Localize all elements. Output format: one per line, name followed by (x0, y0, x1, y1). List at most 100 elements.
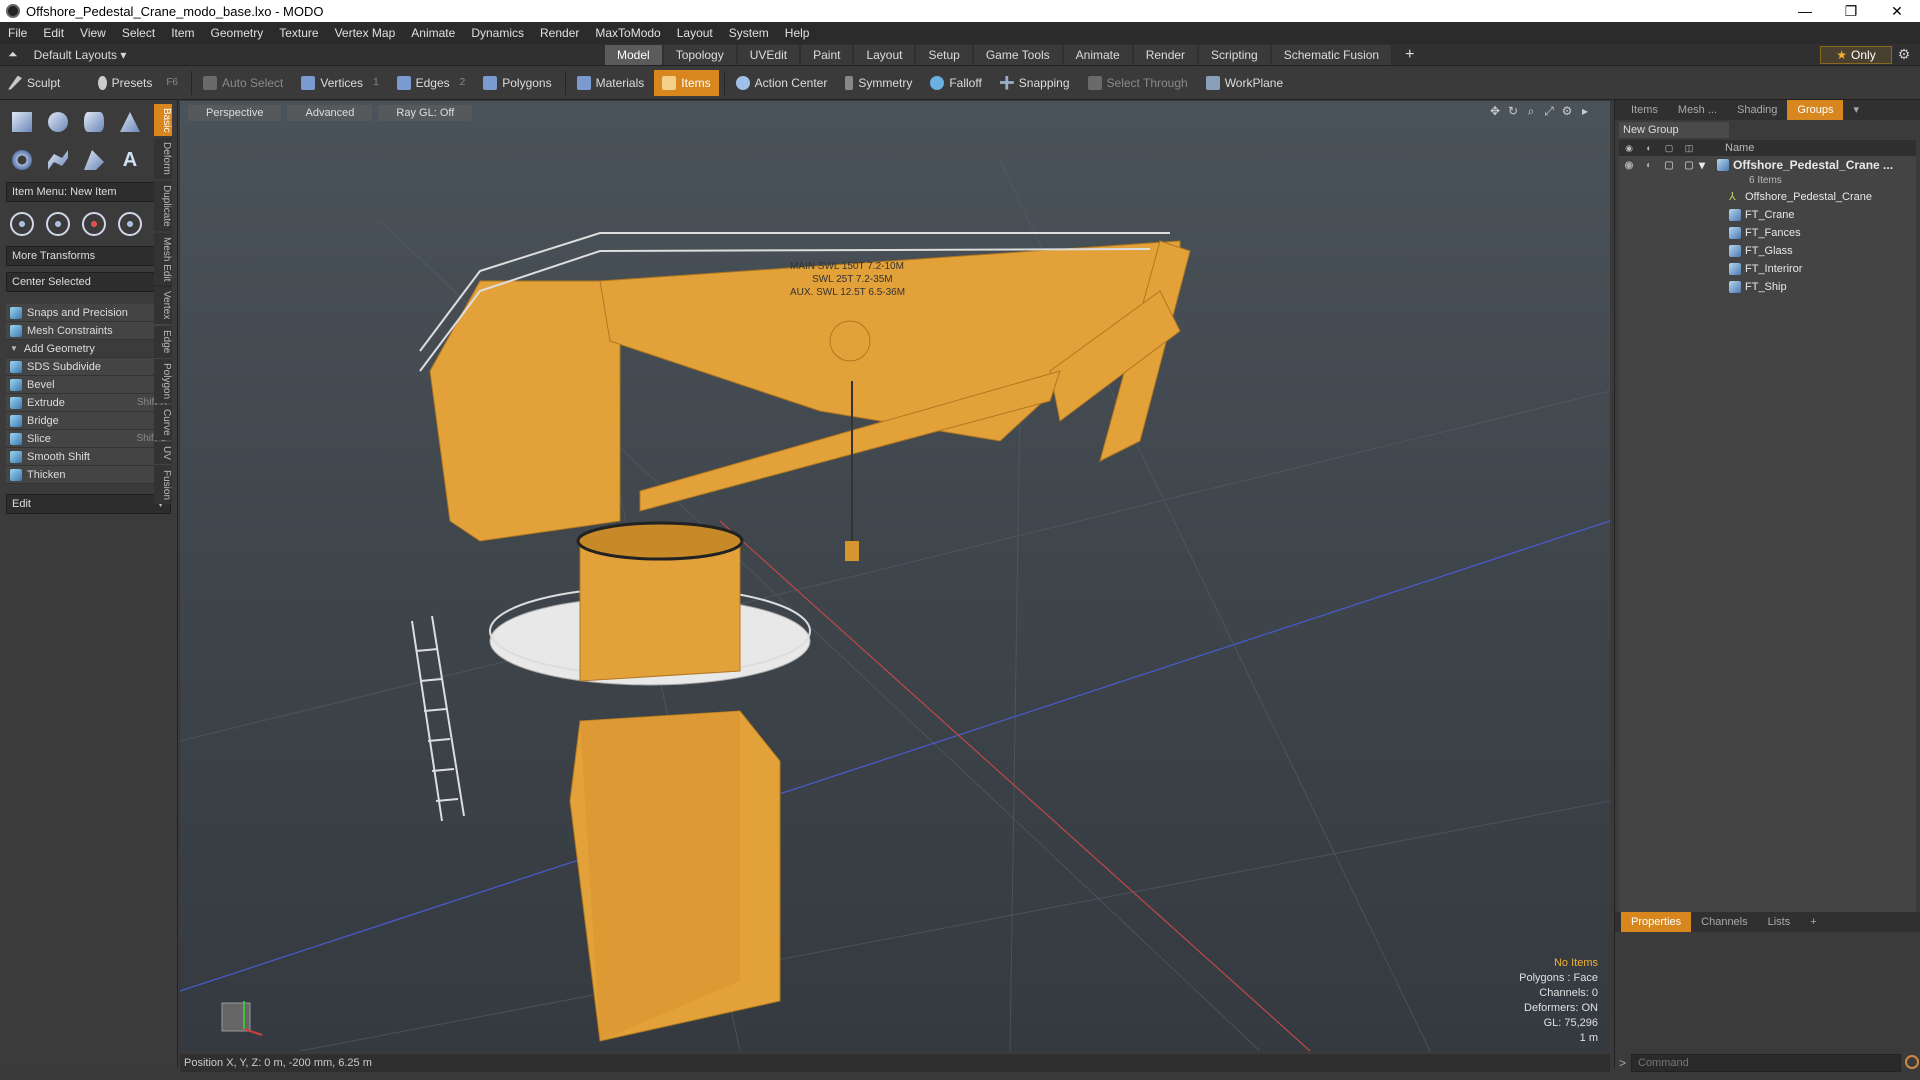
add-geometry-header[interactable]: ▼ Add Geometry (6, 340, 171, 358)
lock-icon[interactable]: ▢ (1659, 143, 1679, 154)
sidetab-uv[interactable]: UV (154, 441, 172, 464)
move-button[interactable] (6, 208, 38, 240)
tree-item[interactable]: FT_Glass (1619, 242, 1916, 260)
crane-model[interactable]: MAIN SWL 150T 7.2-10M SWL 25T 7.2-35M AU… (411, 232, 1191, 1042)
menu-render[interactable]: Render (532, 26, 587, 40)
layout-selector[interactable]: ⏶ Default Layouts ▾ (0, 47, 180, 62)
transform-button[interactable] (114, 208, 146, 240)
extrude-button[interactable]: Extrude Shift-X (6, 394, 171, 412)
sidetab-fusion[interactable]: Fusion (154, 465, 172, 504)
snaps-precision-button[interactable]: Snaps and Precision (6, 304, 171, 322)
viewport-menu-icon[interactable]: ▸ (1576, 104, 1594, 119)
sidetab-mesh-edit[interactable]: Mesh Edit (154, 232, 172, 286)
menu-animate[interactable]: Animate (403, 26, 463, 40)
new-group-button[interactable]: New Group (1619, 122, 1729, 138)
eye-icon[interactable]: ◉ (1619, 160, 1639, 171)
tab-layout[interactable]: Layout (854, 45, 915, 65)
tab-mesh[interactable]: Mesh ... (1668, 100, 1727, 120)
bevel-button[interactable]: BevelB (6, 376, 171, 394)
tree-item[interactable]: FT_Interiror (1619, 260, 1916, 278)
sds-subdivide-button[interactable]: SDS SubdivideD (6, 358, 171, 376)
bridge-button[interactable]: Bridge (6, 412, 171, 430)
3d-viewport[interactable]: MAIN SWL 150T 7.2-10M SWL 25T 7.2-35M AU… (180, 101, 1610, 1051)
cone-button[interactable] (114, 106, 146, 138)
menu-select[interactable]: Select (114, 26, 163, 40)
tab-paint[interactable]: Paint (801, 45, 853, 65)
more-transforms-dropdown[interactable]: More Transforms▼ (6, 246, 171, 266)
tab-topology[interactable]: Topology (663, 45, 736, 65)
scale-button[interactable] (78, 208, 110, 240)
minimize-button[interactable]: — (1782, 3, 1828, 20)
fit-icon[interactable]: ⤢ (1540, 104, 1558, 119)
tab-channels[interactable]: Channels (1691, 912, 1757, 932)
action-center-button[interactable]: Action Center (728, 70, 836, 96)
tab-render[interactable]: Render (1133, 45, 1198, 65)
materials-button[interactable]: Materials (569, 70, 653, 96)
cylinder-button[interactable] (78, 106, 110, 138)
command-run-icon[interactable] (1905, 1055, 1919, 1069)
menu-vertex-map[interactable]: Vertex Map (327, 26, 404, 40)
sidetab-curve[interactable]: Curve (154, 405, 172, 440)
mesh-constraints-button[interactable]: Mesh Constraints (6, 322, 171, 340)
tab-shading[interactable]: Shading (1727, 100, 1787, 120)
tree-item[interactable]: ⅄ Offshore_Pedestal_Crane (1619, 188, 1916, 206)
tree-item[interactable]: FT_Fances (1619, 224, 1916, 242)
expand-chevron-icon[interactable]: ▾ (1699, 158, 1717, 172)
menu-system[interactable]: System (721, 26, 777, 40)
tree-item[interactable]: FT_Crane (1619, 206, 1916, 224)
sculpt-button[interactable]: Sculpt (0, 70, 88, 96)
name-column-header[interactable]: Name (1725, 142, 1754, 154)
menu-texture[interactable]: Texture (271, 26, 326, 40)
command-input[interactable] (1631, 1054, 1901, 1072)
tab-lists[interactable]: Lists (1758, 912, 1801, 932)
render-icon[interactable]: ◐ (1639, 143, 1659, 153)
sidetab-polygon[interactable]: Polygon (154, 359, 172, 404)
orbit-icon[interactable]: ↻ (1504, 104, 1522, 119)
smooth-shift-button[interactable]: Smooth Shift (6, 448, 171, 466)
only-toggle-button[interactable]: ★ Only (1820, 46, 1892, 64)
menu-geometry[interactable]: Geometry (203, 26, 272, 40)
sidetab-duplicate[interactable]: Duplicate (154, 181, 172, 231)
maximize-button[interactable]: ❐ (1828, 3, 1874, 20)
zoom-icon[interactable]: ⌕ (1522, 104, 1540, 119)
menu-edit[interactable]: Edit (35, 26, 72, 40)
menu-help[interactable]: Help (777, 26, 818, 40)
advanced-button[interactable]: Advanced (287, 105, 373, 121)
auto-select-button[interactable]: Auto Select (195, 70, 291, 96)
tab-uvedit[interactable]: UVEdit (737, 45, 800, 65)
tab-setup[interactable]: Setup (916, 45, 972, 65)
tab-scripting[interactable]: Scripting (1199, 45, 1270, 65)
tree-item[interactable]: FT_Ship (1619, 278, 1916, 296)
tab-schematic-fusion[interactable]: Schematic Fusion (1271, 45, 1392, 65)
select-through-button[interactable]: Select Through (1080, 70, 1196, 96)
sidetab-basic[interactable]: Basic (154, 104, 172, 137)
tab-properties[interactable]: Properties (1621, 912, 1692, 932)
workplane-button[interactable]: WorkPlane (1198, 70, 1291, 96)
tab-animate[interactable]: Animate (1063, 45, 1132, 65)
cube-button[interactable] (6, 106, 38, 138)
gear-icon[interactable]: ⚙ (1894, 46, 1914, 64)
slice-button[interactable]: Slice Shift-C (6, 430, 171, 448)
pen-button[interactable] (78, 144, 110, 176)
menu-item[interactable]: Item (163, 26, 202, 40)
tab-groups[interactable]: Groups (1787, 100, 1844, 120)
pan-icon[interactable]: ✥ (1486, 104, 1504, 119)
select-icon[interactable]: ▢ (1679, 160, 1699, 171)
item-menu-dropdown[interactable]: Item Menu: New Item▼ (6, 182, 171, 202)
close-button[interactable]: ✕ (1874, 3, 1920, 20)
items-button[interactable]: Items (654, 69, 719, 96)
menu-file[interactable]: File (0, 26, 35, 40)
sidetab-vertex[interactable]: Vertex (154, 287, 172, 324)
torus-button[interactable] (6, 144, 38, 176)
command-history-icon[interactable]: > (1619, 1056, 1626, 1070)
presets-button[interactable]: Presets F6 (90, 70, 186, 96)
tab-items[interactable]: Items (1621, 100, 1668, 120)
viewport-gear-icon[interactable]: ⚙ (1558, 104, 1576, 119)
sidetab-deform[interactable]: Deform (154, 138, 172, 180)
edit-dropdown[interactable]: Edit ▼ (6, 494, 171, 514)
text-button[interactable]: A (114, 144, 146, 176)
render-icon[interactable]: ◐ (1639, 160, 1659, 171)
thicken-button[interactable]: Thicken (6, 466, 171, 484)
add-tab-icon[interactable]: + (1393, 45, 1426, 65)
tube-button[interactable] (42, 144, 74, 176)
